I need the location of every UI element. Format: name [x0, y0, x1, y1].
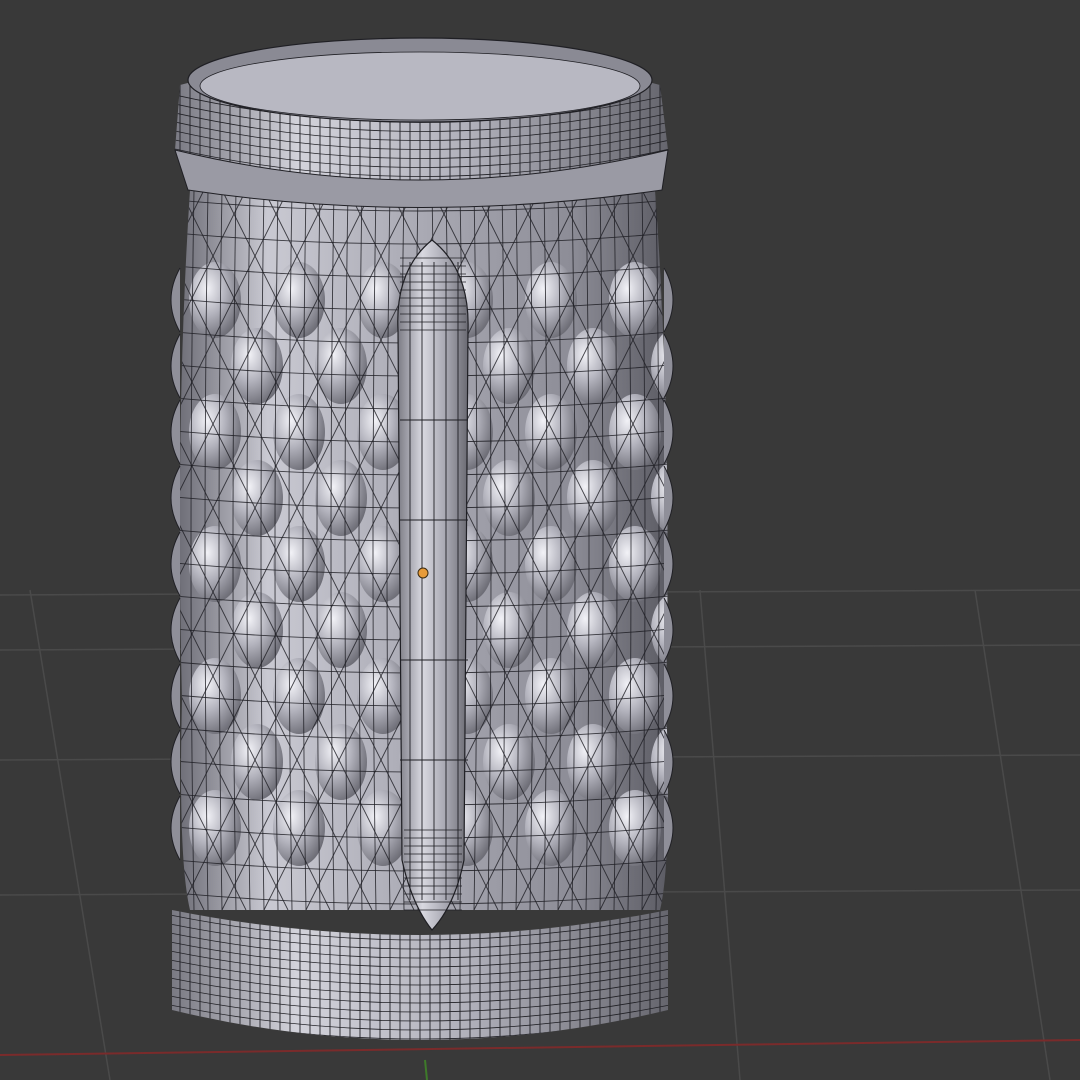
- wire-line: [0, 190, 78, 910]
- bulge-edge: [170, 729, 181, 795]
- wire-line: [0, 190, 36, 910]
- bump: [735, 460, 787, 536]
- diamond-bumps: [189, 262, 787, 866]
- bulge-edge: [170, 465, 181, 531]
- object-origin[interactable]: [417, 567, 429, 579]
- 3d-viewport[interactable]: [0, 0, 1080, 1080]
- wire-line: [0, 190, 120, 910]
- bump: [483, 724, 535, 800]
- grid-line: [699, 589, 741, 1080]
- wire-line: [684, 190, 1044, 910]
- bulge-edge: [663, 729, 674, 795]
- bump: [735, 724, 787, 800]
- wire-line: [0, 190, 162, 910]
- bump: [693, 658, 745, 734]
- grid-line: [974, 589, 1051, 1080]
- wire-line: [0, 190, 36, 910]
- bump: [315, 724, 367, 800]
- wire-line: [0, 190, 120, 910]
- bump: [735, 592, 787, 668]
- bulge-edge: [170, 399, 181, 465]
- bulge-edge: [170, 663, 181, 729]
- wire-line: [0, 190, 162, 910]
- bump: [567, 724, 619, 800]
- bulge-edge: [663, 267, 674, 333]
- mug-object[interactable]: [0, 37, 1080, 1070]
- wire-line: [641, 190, 669, 910]
- wire-line: [726, 190, 1080, 910]
- bulge-edge: [663, 333, 674, 399]
- bulge-edge: [663, 663, 674, 729]
- bulge-edge: [170, 531, 181, 597]
- x-axis-line: [0, 1039, 1080, 1056]
- bulge-edge: [170, 333, 181, 399]
- mug-mouth-inner: [199, 51, 641, 121]
- bulge-edge: [170, 267, 181, 333]
- bump: [735, 328, 787, 404]
- wire-line: [641, 190, 669, 910]
- wire-line: [684, 190, 1044, 910]
- handle-wireframe: [400, 257, 468, 911]
- wire-line: [726, 190, 1080, 910]
- grid-line: [29, 589, 111, 1080]
- y-axis-line: [424, 1059, 428, 1080]
- bulge-edge: [170, 597, 181, 663]
- wire-line: [768, 190, 1080, 910]
- bulge-edge: [663, 795, 674, 861]
- wire-line: [768, 190, 1080, 910]
- bump: [693, 262, 745, 338]
- bump: [693, 394, 745, 470]
- bulge-edge: [663, 597, 674, 663]
- bulge-edge: [663, 531, 674, 597]
- viewport-canvas[interactable]: [0, 0, 1080, 1080]
- bulge-edge: [663, 399, 674, 465]
- bulge-edge: [663, 465, 674, 531]
- wire-line: [0, 190, 78, 910]
- bulge-edge: [170, 795, 181, 861]
